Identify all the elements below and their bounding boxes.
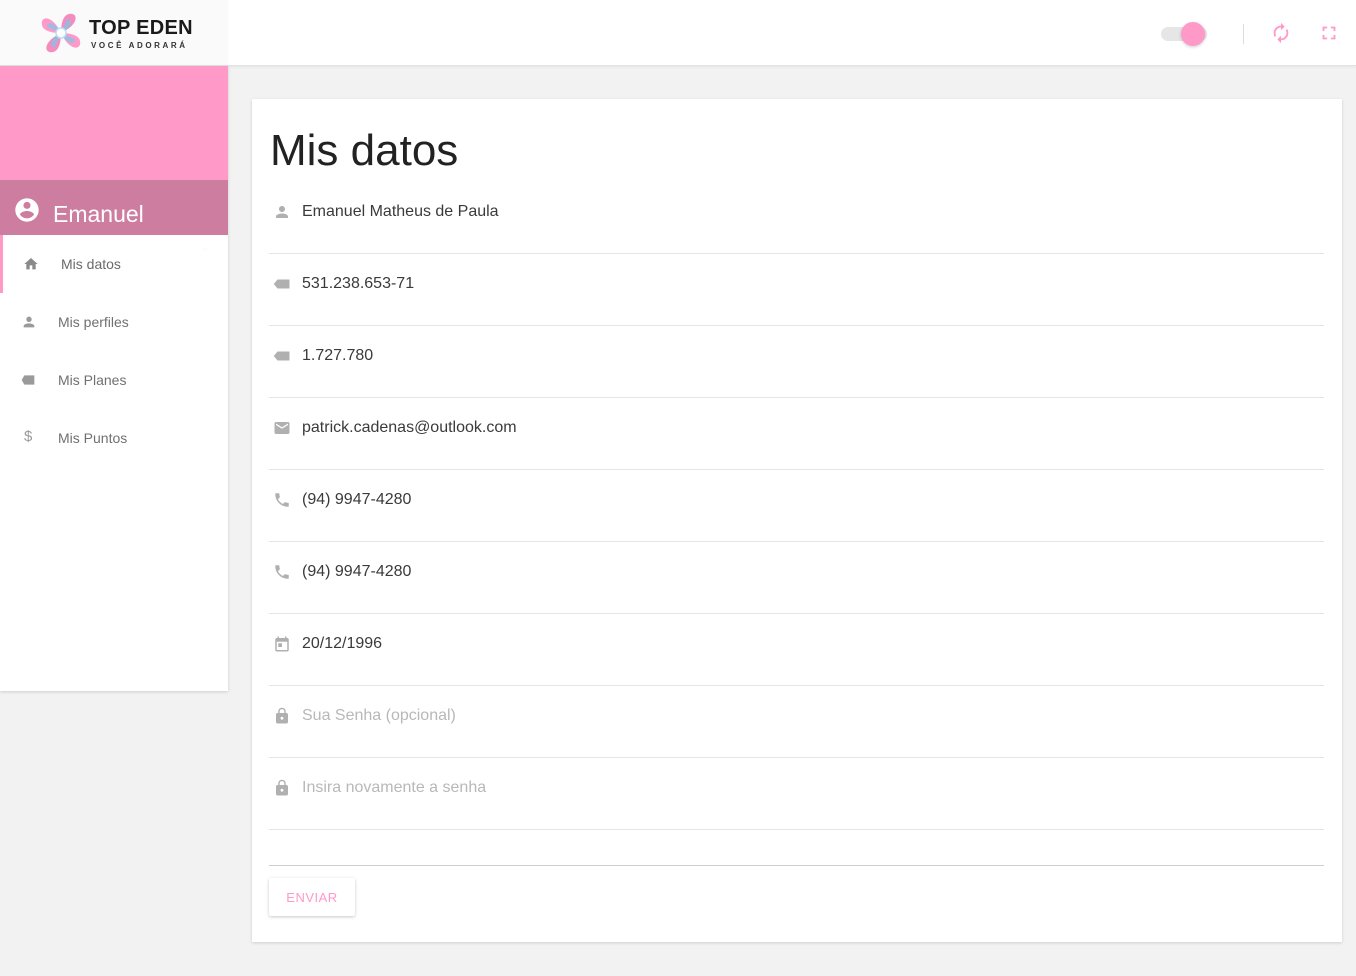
sidebar: Emanuel Matheus de Paula Mis datos Mis p…	[0, 66, 228, 691]
submit-button[interactable]: ENVIAR	[269, 878, 355, 916]
fullscreen-icon[interactable]	[1318, 22, 1340, 44]
sidebar-item-label: Mis Planes	[58, 372, 127, 388]
top-bar: TOP EDEN VOCÊ ADORARÁ	[0, 0, 1356, 66]
phone-icon	[275, 565, 289, 579]
mobile-field	[269, 542, 1324, 614]
password-input[interactable]	[302, 703, 1302, 729]
form-divider	[269, 865, 1324, 866]
sidebar-banner	[0, 66, 228, 180]
sidebar-item-label: Mis datos	[61, 256, 121, 272]
birthdate-input[interactable]	[302, 631, 1302, 657]
sidebar-item-mis-datos[interactable]: Mis datos	[0, 235, 228, 293]
home-icon	[24, 258, 38, 270]
password-confirm-field	[269, 758, 1324, 830]
brand-title: TOP EDEN	[89, 17, 193, 39]
name-field	[269, 182, 1324, 254]
phone-field	[269, 470, 1324, 542]
sidebar-item-label: Mis Puntos	[58, 430, 128, 446]
tag-icon	[273, 351, 290, 361]
user-profile-header[interactable]: Emanuel Matheus de Paula	[0, 180, 228, 262]
email-input[interactable]	[302, 415, 1302, 441]
flower-logo-icon	[41, 13, 81, 53]
birthdate-field	[269, 614, 1324, 686]
password-confirm-input[interactable]	[302, 775, 1302, 801]
phone-input[interactable]	[302, 487, 1302, 513]
mobile-input[interactable]	[302, 559, 1302, 585]
email-field	[269, 398, 1324, 470]
sidebar-item-mis-planes[interactable]: Mis Planes	[0, 351, 228, 409]
password-field	[269, 686, 1324, 758]
toggle-thumb	[1181, 22, 1205, 46]
refresh-icon[interactable]	[1270, 22, 1292, 44]
profile-form-card: Mis datos Emanuel Matheus de Paula 531.2…	[252, 99, 1342, 942]
theme-toggle[interactable]	[1161, 22, 1209, 46]
brand-subtitle: VOCÊ ADORARÁ	[91, 41, 188, 50]
name-input[interactable]	[302, 199, 1302, 225]
sidebar-item-mis-puntos[interactable]: $ Mis Puntos	[0, 409, 228, 467]
sidebar-nav: Mis datos Mis perfiles Mis Planes $ Mis …	[0, 235, 228, 467]
tag-icon	[21, 375, 35, 385]
document-input[interactable]	[302, 271, 1302, 297]
lock-icon	[276, 779, 288, 796]
person-icon	[276, 206, 288, 218]
calendar-icon	[275, 636, 289, 652]
document-field	[269, 254, 1324, 326]
person-icon	[23, 316, 35, 328]
email-icon	[274, 422, 290, 434]
sidebar-item-label: Mis perfiles	[58, 314, 129, 330]
dollar-icon: $	[24, 428, 33, 445]
toolbar-divider	[1243, 24, 1244, 44]
tag-icon	[273, 279, 290, 289]
lock-icon	[276, 707, 288, 724]
phone-icon	[275, 493, 289, 507]
logo-area[interactable]: TOP EDEN VOCÊ ADORARÁ	[0, 0, 228, 65]
id-number-field	[269, 326, 1324, 398]
id-number-input[interactable]	[302, 343, 1302, 369]
sidebar-item-mis-perfiles[interactable]: Mis perfiles	[0, 293, 228, 351]
page-title: Mis datos	[270, 126, 459, 175]
